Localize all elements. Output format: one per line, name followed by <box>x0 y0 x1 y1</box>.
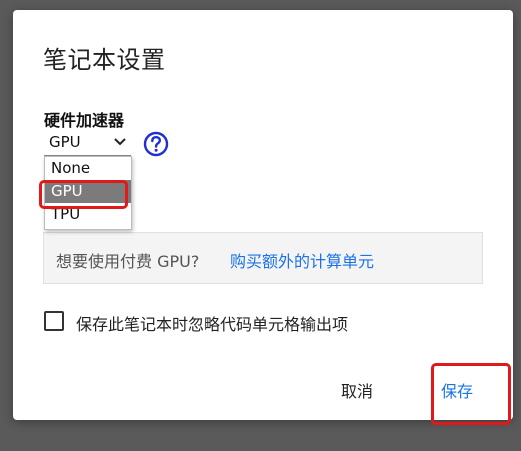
omit-outputs-checkbox[interactable] <box>44 311 64 331</box>
hardware-accelerator-label: 硬件加速器 <box>44 111 125 130</box>
accelerator-select[interactable]: GPU <box>44 131 131 156</box>
paid-gpu-promo: 想要使用付费 GPU? 购买额外的计算单元 <box>43 232 483 284</box>
gpu-option-highlight <box>39 180 128 209</box>
dialog-title: 笔记本设置 <box>43 46 166 74</box>
cancel-button[interactable]: 取消 <box>341 378 373 402</box>
chevron-down-icon <box>114 138 126 146</box>
paid-gpu-question: 想要使用付费 GPU? <box>56 252 200 271</box>
notebook-settings-dialog: 笔记本设置 硬件加速器 GPU None GPU TPU 想要使用付费 GPU?… <box>13 10 513 425</box>
save-button-highlight <box>431 363 511 425</box>
accelerator-select-value: GPU <box>49 133 81 151</box>
buy-compute-units-link[interactable]: 购买额外的计算单元 <box>230 248 374 272</box>
omit-outputs-label: 保存此笔记本时忽略代码单元格输出项 <box>76 315 349 334</box>
accelerator-option-none[interactable]: None <box>45 157 131 180</box>
help-circle-icon[interactable] <box>143 131 169 157</box>
